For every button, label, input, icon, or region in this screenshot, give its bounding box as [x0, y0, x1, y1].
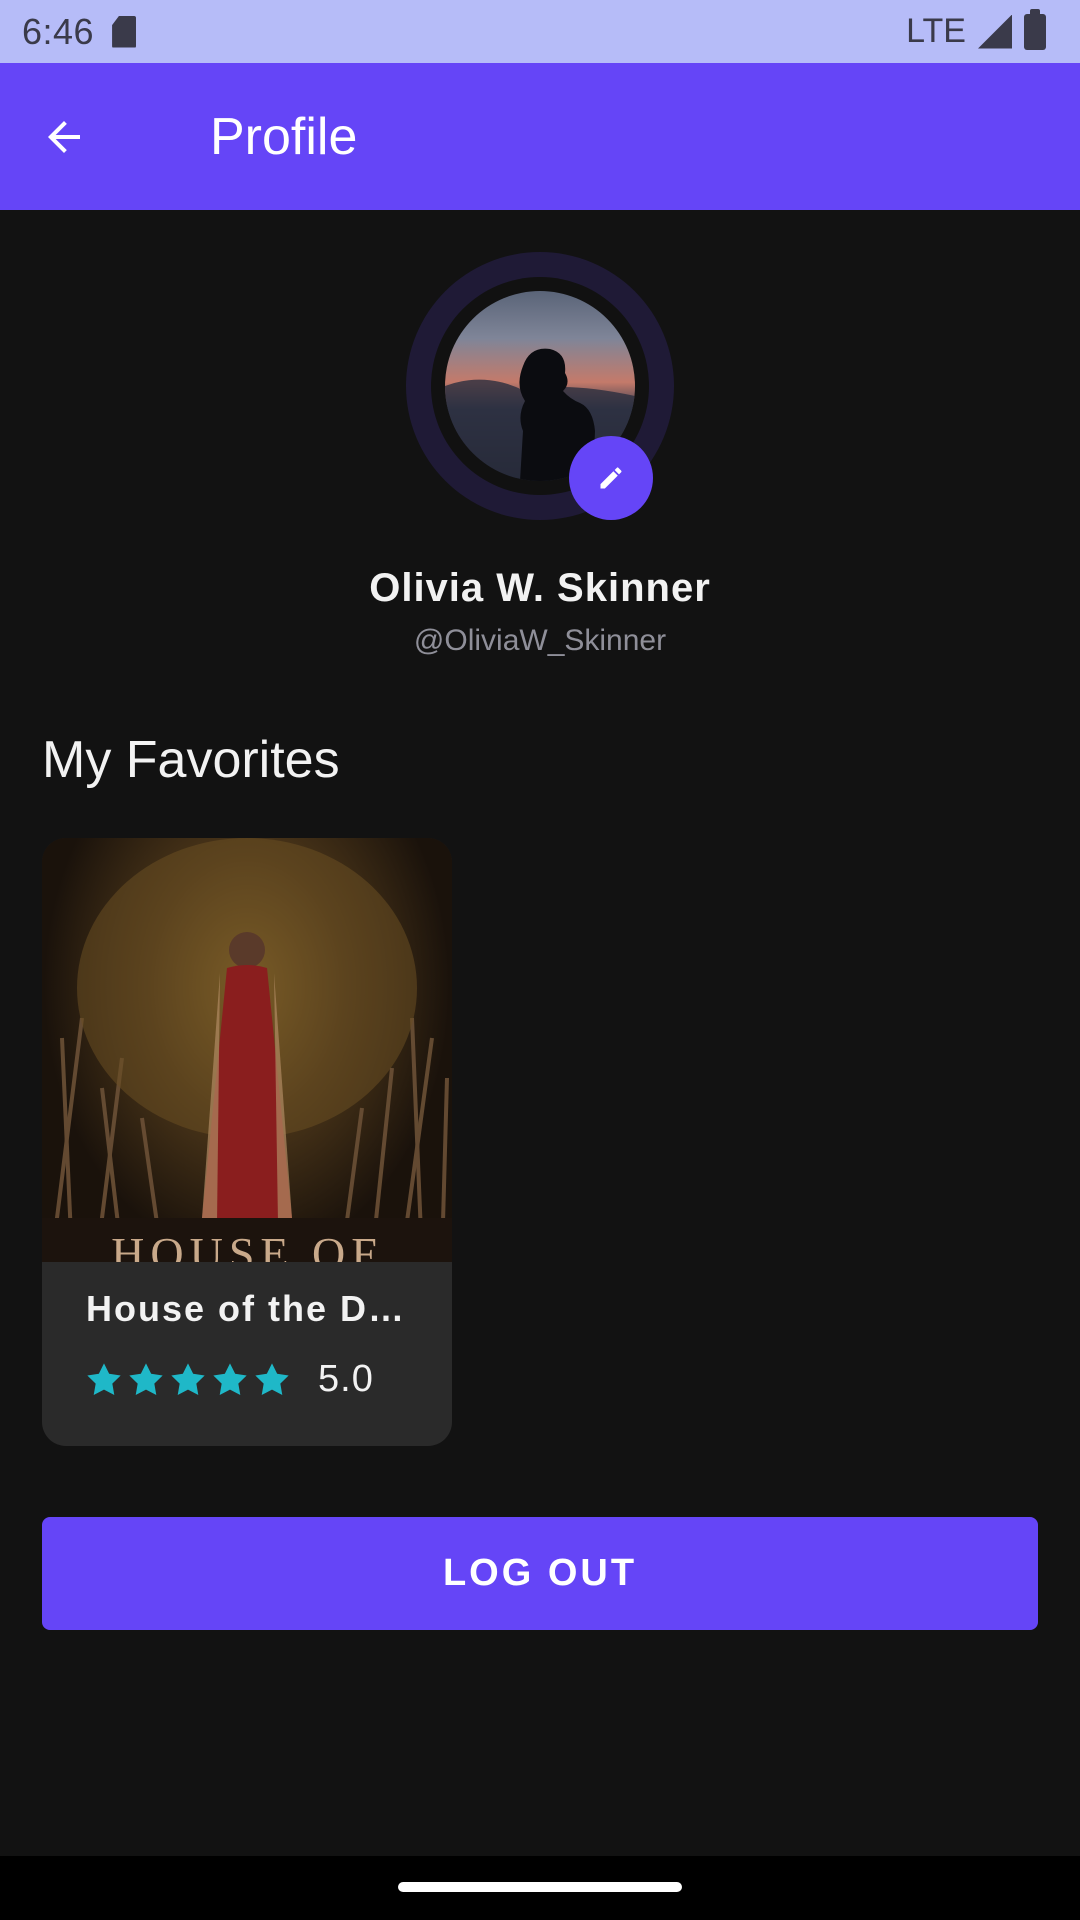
- profile-name: Olivia W. Skinner: [369, 566, 711, 610]
- home-indicator[interactable]: [398, 1882, 682, 1892]
- rating-row: 5.0: [84, 1358, 374, 1401]
- pencil-icon: [600, 467, 622, 489]
- sd-card-icon: [112, 15, 137, 48]
- page-title: Profile: [210, 107, 358, 166]
- arrow-back-icon: [48, 120, 80, 153]
- star-icon: [129, 1362, 163, 1395]
- star-icon: [255, 1362, 289, 1395]
- favorites-section-title: My Favorites: [42, 731, 340, 789]
- battery-icon: [1024, 8, 1046, 50]
- poster-image: HOUSE OF: [42, 838, 452, 1262]
- status-time: 6:46: [22, 10, 95, 52]
- app-bar: Profile: [0, 63, 1080, 210]
- edit-avatar-button[interactable]: [569, 436, 653, 520]
- logout-button[interactable]: LOG OUT: [42, 1517, 1038, 1630]
- favorite-card[interactable]: HOUSE OF House of the D… 5.0: [42, 838, 452, 1446]
- signal-icon: [978, 14, 1012, 49]
- rating-value: 5.0: [318, 1358, 374, 1400]
- profile-handle: @OliviaW_Skinner: [413, 624, 667, 657]
- star-icon: [171, 1362, 205, 1395]
- status-bar: 6:46 LTE: [0, 0, 1080, 63]
- card-title: House of the D…: [86, 1288, 407, 1329]
- status-indicators: LTE: [906, 8, 1058, 51]
- star-icon: [213, 1362, 247, 1395]
- back-button[interactable]: [14, 87, 114, 187]
- network-type: LTE: [906, 12, 966, 50]
- poster-title-text: HOUSE OF: [111, 1228, 383, 1262]
- star-icon: [87, 1362, 121, 1395]
